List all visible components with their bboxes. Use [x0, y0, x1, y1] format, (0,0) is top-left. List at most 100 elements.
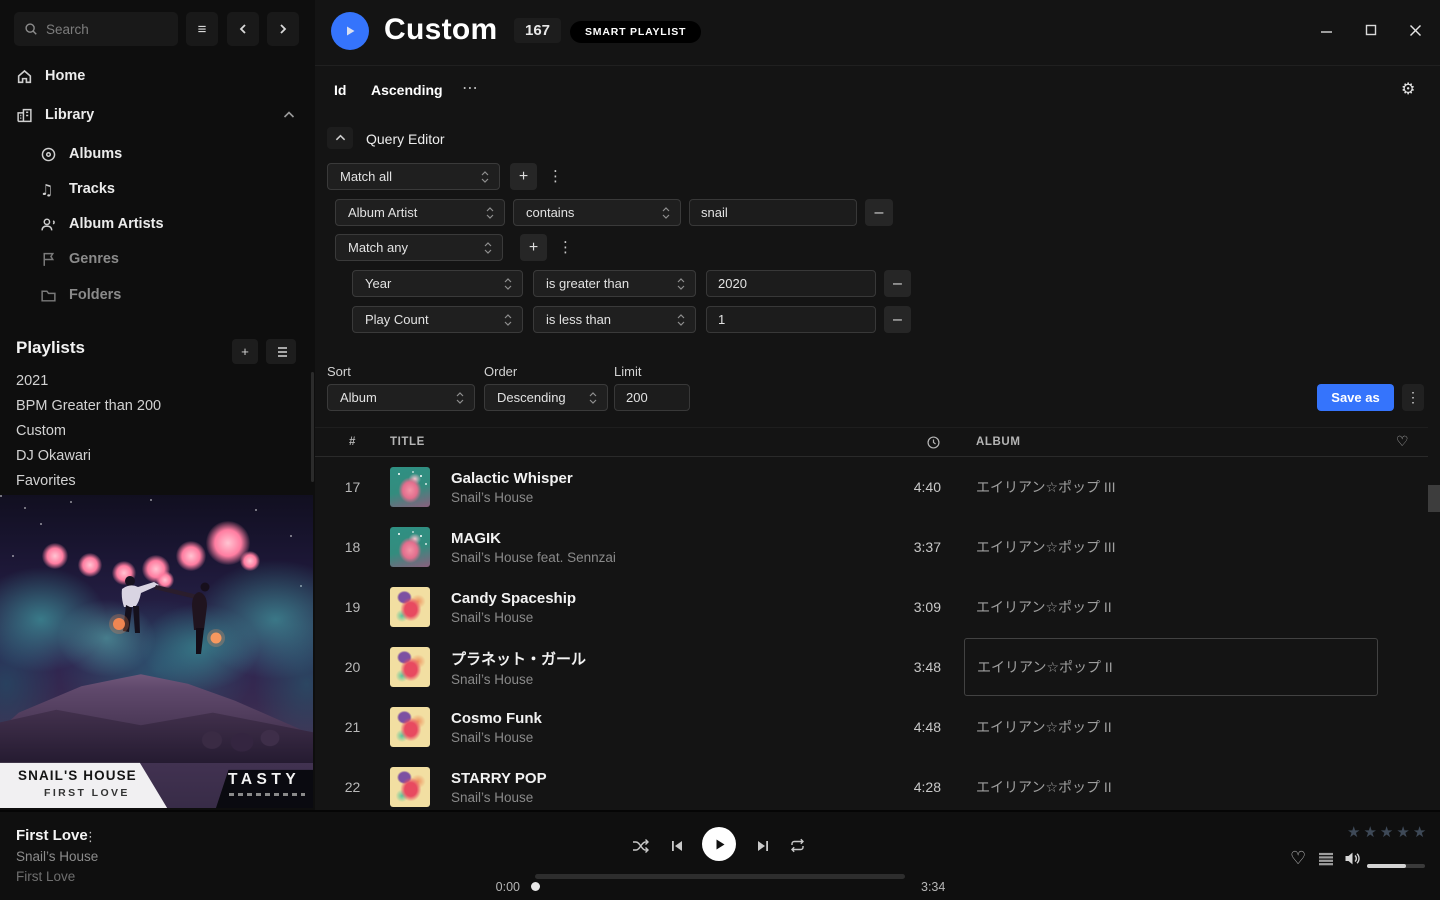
next-button[interactable]: [756, 839, 770, 853]
more-options-icon[interactable]: ⋯: [462, 78, 479, 98]
sidebar-item-home[interactable]: Home: [0, 61, 315, 91]
track-album[interactable]: エイリアン☆ポップ II: [964, 698, 1378, 756]
sidebar-item-folders[interactable]: Folders: [0, 280, 315, 310]
track-album[interactable]: エイリアン☆ポップ III: [964, 458, 1378, 516]
seek-bar[interactable]: [535, 874, 905, 879]
repeat-button[interactable]: [789, 838, 806, 853]
chevron-up-icon[interactable]: [283, 111, 295, 119]
queue-button[interactable]: [1318, 852, 1334, 866]
sidebar-item-tracks[interactable]: ♫ Tracks: [0, 174, 315, 204]
rating-stars[interactable]: ★★★★★: [1347, 823, 1429, 841]
window-maximize-button[interactable]: [1365, 24, 1377, 36]
limit-input[interactable]: [614, 384, 690, 411]
window-minimize-button[interactable]: [1320, 24, 1333, 37]
sidebar-item-albums[interactable]: Albums: [0, 139, 315, 169]
column-favorite[interactable]: ♡: [1378, 434, 1428, 450]
column-album[interactable]: ALBUM: [964, 436, 1378, 448]
track-album[interactable]: エイリアン☆ポップ II: [964, 758, 1378, 810]
rule-value-input[interactable]: [689, 199, 857, 226]
track-album-focused[interactable]: エイリアン☆ポップ II: [964, 638, 1378, 696]
tracklist-scrollbar[interactable]: [1428, 485, 1440, 512]
group-add-rule-button[interactable]: +: [520, 234, 547, 261]
save-menu-button[interactable]: ⋮: [1402, 384, 1424, 411]
shuffle-button[interactable]: [632, 838, 650, 854]
table-header[interactable]: # TITLE ALBUM ♡: [315, 427, 1428, 457]
track-album[interactable]: エイリアン☆ポップ II: [964, 578, 1378, 636]
rule-group-menu-icon[interactable]: ⋮: [548, 169, 563, 184]
gear-icon[interactable]: ⚙: [1401, 79, 1415, 99]
column-title[interactable]: TITLE: [390, 436, 851, 448]
star-icon[interactable]: ★: [1380, 823, 1396, 841]
volume-button[interactable]: [1344, 851, 1362, 866]
add-playlist-button[interactable]: +: [232, 339, 258, 364]
playlist-list-button[interactable]: [266, 339, 296, 364]
seek-handle[interactable]: [531, 882, 540, 891]
play-pause-button[interactable]: [702, 827, 736, 861]
sidebar-item-genres[interactable]: Genres: [0, 244, 315, 274]
rule-operator-select[interactable]: contains: [513, 199, 681, 226]
now-playing-title[interactable]: First Love: [16, 827, 88, 844]
playlist-item[interactable]: Favorites: [16, 473, 256, 489]
group-rule-value-input[interactable]: [706, 306, 876, 333]
star-icon[interactable]: ★: [1413, 823, 1429, 841]
track-artist[interactable]: Snail’s House: [451, 790, 851, 805]
table-row[interactable]: 17 Galactic WhisperSnail’s House 4:40 エイ…: [315, 457, 1428, 517]
playlist-item[interactable]: BPM Greater than 200: [16, 398, 256, 414]
group-match-type-select[interactable]: Match any: [335, 234, 503, 261]
back-button[interactable]: [227, 12, 259, 46]
track-album[interactable]: エイリアン☆ポップ III: [964, 518, 1378, 576]
group-rule-field-select[interactable]: Year: [352, 270, 523, 297]
now-playing-artist[interactable]: Snail’s House: [16, 849, 98, 864]
playlist-item[interactable]: Custom: [16, 423, 256, 439]
sort-field-button[interactable]: Id: [334, 82, 346, 98]
remove-rule-button[interactable]: –: [865, 199, 893, 226]
group-remove-rule-button[interactable]: –: [884, 270, 911, 297]
column-duration[interactable]: [851, 435, 941, 450]
query-editor-collapse-button[interactable]: [327, 127, 353, 149]
track-artist[interactable]: Snail’s House: [451, 730, 851, 745]
now-playing-menu-icon[interactable]: ⋮: [84, 829, 97, 845]
favorite-heart-icon[interactable]: ♡: [1290, 848, 1306, 869]
now-playing-album[interactable]: First Love: [16, 869, 75, 884]
volume-slider[interactable]: [1367, 864, 1425, 868]
sort-select[interactable]: Album: [327, 384, 475, 411]
search-box[interactable]: [14, 12, 178, 46]
rule-field-select[interactable]: Album Artist: [335, 199, 505, 226]
window-close-button[interactable]: [1409, 24, 1422, 37]
star-icon[interactable]: ★: [1347, 823, 1363, 841]
table-row[interactable]: 22 STARRY POPSnail’s House 4:28 エイリアン☆ポッ…: [315, 757, 1428, 810]
playlist-item[interactable]: DJ Okawari: [16, 448, 256, 464]
previous-button[interactable]: [670, 839, 684, 853]
group-menu-icon[interactable]: ⋮: [558, 240, 573, 255]
playlist-item[interactable]: 2021: [16, 373, 256, 389]
now-playing-cover[interactable]: SNAIL'S HOUSE FIRST LOVE TASTY: [0, 495, 313, 808]
group-rule-operator-select[interactable]: is greater than: [533, 270, 696, 297]
order-select[interactable]: Descending: [484, 384, 608, 411]
group-rule-value-input[interactable]: [706, 270, 876, 297]
play-playlist-button[interactable]: [331, 12, 369, 50]
sidebar-item-album-artists[interactable]: Album Artists: [0, 209, 315, 239]
forward-button[interactable]: [267, 12, 299, 46]
column-index[interactable]: #: [315, 436, 390, 448]
star-icon[interactable]: ★: [1396, 823, 1412, 841]
search-input[interactable]: [46, 22, 156, 37]
sidebar-item-library[interactable]: Library: [0, 100, 315, 130]
track-artist[interactable]: Snail’s House: [451, 610, 851, 625]
menu-button[interactable]: ≡: [186, 12, 218, 46]
star-icon[interactable]: ★: [1363, 823, 1379, 841]
track-artist[interactable]: Snail’s House: [451, 490, 851, 505]
add-rule-button[interactable]: +: [510, 163, 537, 190]
table-row[interactable]: 18 MAGIKSnail’s House feat. Sennzai 3:37…: [315, 517, 1428, 577]
table-row[interactable]: 20 プラネット・ガールSnail’s House 3:48 エイリアン☆ポップ…: [315, 637, 1428, 697]
group-rule-operator-select[interactable]: is less than: [533, 306, 696, 333]
table-row[interactable]: 21 Cosmo FunkSnail’s House 4:48 エイリアン☆ポッ…: [315, 697, 1428, 757]
group-remove-rule-button[interactable]: –: [884, 306, 911, 333]
match-type-select[interactable]: Match all: [327, 163, 500, 190]
track-artist[interactable]: Snail’s House: [451, 672, 851, 687]
sort-direction-button[interactable]: Ascending: [371, 82, 443, 98]
group-rule-field-select[interactable]: Play Count: [352, 306, 523, 333]
table-row[interactable]: 19 Candy SpaceshipSnail’s House 3:09 エイリ…: [315, 577, 1428, 637]
save-as-button[interactable]: Save as: [1317, 384, 1394, 411]
sidebar-scrollbar[interactable]: [311, 372, 314, 482]
track-artist[interactable]: Snail’s House feat. Sennzai: [451, 550, 851, 565]
